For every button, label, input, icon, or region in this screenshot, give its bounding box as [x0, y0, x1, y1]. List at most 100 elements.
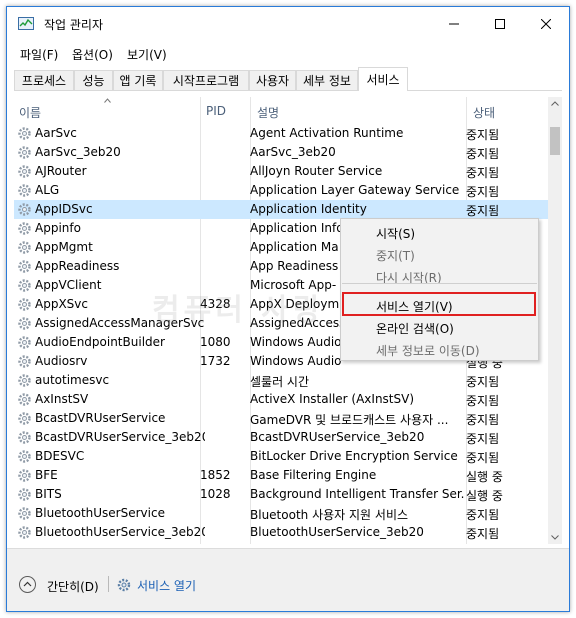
service-name: autotimesvc — [35, 373, 110, 387]
service-name: AudioEndpointBuilder — [35, 335, 165, 349]
service-gear-icon — [18, 241, 31, 254]
service-row[interactable]: ALG Application Layer Gateway Service 중지됨 — [14, 181, 548, 200]
tab-details[interactable]: 세부 정보 — [296, 70, 358, 90]
service-row[interactable]: AarSvc Agent Activation Runtime 중지됨 — [14, 124, 548, 143]
context-menu-separator — [342, 283, 537, 284]
service-description: Base Filtering Engine — [250, 468, 377, 482]
service-name: AssignedAccessManagerSvc — [35, 316, 205, 330]
service-name: BluetoothUserService_3eb20 — [35, 525, 205, 539]
service-name: BFE — [35, 468, 58, 482]
service-row[interactable]: AxInstSV ActiveX Installer (AxInstSV) 중지됨 — [14, 390, 548, 409]
window-title: 작업 관리자 — [44, 18, 104, 32]
service-description: BluetoothUserService_3eb20 — [250, 525, 424, 539]
task-manager-icon — [18, 17, 34, 30]
service-description: GameDVR 및 브로드캐스트 사용자 ... — [250, 413, 449, 427]
minimize-button[interactable] — [431, 7, 477, 41]
service-name: AppMgmt — [35, 240, 93, 254]
service-pid: 4328 — [200, 297, 231, 311]
context-item-go-to-details[interactable]: 세부 정보로 이동(D) — [376, 342, 480, 359]
service-status: 중지됨 — [466, 128, 500, 142]
service-row[interactable]: BluetoothUserService_3eb20 BluetoothUserS… — [14, 523, 548, 542]
service-row[interactable]: BcastDVRUserService_3eb20 BcastDVRUserSer… — [14, 428, 548, 447]
service-name: BluetoothUserService — [35, 506, 165, 520]
service-row[interactable]: BFE 1852 Base Filtering Engine 실행 중 — [14, 466, 548, 485]
context-item-search-online[interactable]: 온라인 검색(O) — [376, 320, 454, 337]
service-row[interactable]: AJRouter AllJoyn Router Service 중지됨 — [14, 162, 548, 181]
column-header-pid[interactable]: PID — [206, 97, 226, 123]
service-pid: 1080 — [200, 335, 231, 349]
service-name: AarSvc_3eb20 — [35, 145, 121, 159]
context-item-stop[interactable]: 중지(T) — [376, 247, 415, 264]
context-menu: 시작(S) 중지(T) 다시 시작(R) 서비스 열기(V) 온라인 검색(O)… — [340, 218, 539, 361]
scroll-up-icon[interactable] — [551, 101, 559, 106]
service-gear-icon — [18, 260, 31, 273]
service-pid: 1028 — [200, 487, 231, 501]
service-gear-icon — [18, 222, 31, 235]
close-icon — [541, 19, 551, 29]
service-description: 셀룰러 시간 — [250, 375, 310, 389]
service-gear-icon — [18, 431, 31, 444]
service-name: AppIDSvc — [35, 202, 93, 216]
services-gear-icon — [117, 578, 131, 592]
service-gear-icon — [18, 298, 31, 311]
context-item-start[interactable]: 시작(S) — [376, 225, 415, 242]
service-row[interactable]: BDESVC BitLocker Drive Encryption Service… — [14, 447, 548, 466]
service-status: 중지됨 — [466, 527, 500, 541]
menu-file[interactable]: 파일(F) — [20, 46, 58, 63]
service-name: AppReadiness — [35, 259, 120, 273]
service-gear-icon — [18, 127, 31, 140]
service-row[interactable]: autotimesvc 셀룰러 시간 중지됨 — [14, 371, 548, 390]
collapse-button[interactable] — [19, 576, 36, 593]
minimize-icon — [449, 23, 459, 25]
service-description: AarSvc_3eb20 — [250, 145, 336, 159]
menu-view[interactable]: 보기(V) — [127, 46, 167, 63]
service-gear-icon — [18, 317, 31, 330]
tab-services[interactable]: 서비스 — [358, 67, 408, 91]
close-button[interactable] — [523, 7, 569, 41]
tab-processes[interactable]: 프로세스 — [14, 70, 74, 90]
tab-performance[interactable]: 성능 — [74, 70, 113, 90]
tab-users[interactable]: 사용자 — [249, 70, 296, 90]
service-row[interactable]: AarSvc_3eb20 AarSvc_3eb20 중지됨 — [14, 143, 548, 162]
tab-startup[interactable]: 시작프로그램 — [163, 70, 249, 90]
service-status: 중지됨 — [466, 451, 500, 465]
open-services-link[interactable]: 서비스 열기 — [116, 575, 196, 595]
service-name: AarSvc — [35, 126, 77, 140]
tab-strip-divider — [14, 90, 562, 91]
service-row[interactable]: BITS 1028 Background Intelligent Transfer … — [14, 485, 548, 504]
service-status: 실행 중 — [466, 470, 503, 484]
service-status: 중지됨 — [466, 375, 500, 389]
tab-app-history[interactable]: 앱 기록 — [113, 70, 163, 90]
service-name: ALG — [35, 183, 60, 197]
scrollbar-thumb[interactable] — [550, 127, 560, 155]
title-bar[interactable]: 작업 관리자 — [7, 7, 569, 41]
service-gear-icon — [18, 146, 31, 159]
open-services-label: 서비스 열기 — [137, 578, 197, 593]
service-gear-icon — [18, 279, 31, 292]
highlight-box — [342, 292, 536, 316]
service-gear-icon — [18, 526, 31, 539]
collapse-label[interactable]: 간단히(D) — [47, 578, 99, 595]
service-status: 중지됨 — [466, 432, 500, 446]
service-status: 중지됨 — [466, 508, 500, 522]
menu-bar: 파일(F) 옵션(O) 보기(V) — [7, 43, 569, 65]
service-row[interactable]: BluetoothUserService Bluetooth 사용자 지원 서비스… — [14, 504, 548, 523]
service-gear-icon — [18, 355, 31, 368]
service-row[interactable]: BcastDVRUserService GameDVR 및 브로드캐스트 사용자 … — [14, 409, 548, 428]
service-row[interactable]: AppIDSvc Application Identity 중지됨 — [14, 200, 548, 219]
menu-options[interactable]: 옵션(O) — [72, 46, 113, 63]
service-status: 중지됨 — [466, 413, 500, 427]
service-gear-icon — [18, 450, 31, 463]
column-header-status[interactable]: 상태 — [473, 97, 495, 123]
service-status: 실행 중 — [466, 489, 503, 503]
task-manager-window: 작업 관리자 파일(F) 옵션(O) 보기(V) 프로세스 성능 앱 기록 시작… — [6, 6, 570, 612]
vertical-scrollbar[interactable] — [548, 97, 562, 544]
maximize-button[interactable] — [477, 7, 523, 41]
service-pid: 1852 — [200, 468, 231, 482]
service-description: Bluetooth 사용자 지원 서비스 — [250, 508, 409, 522]
service-name: BDESVC — [35, 449, 85, 463]
scroll-down-icon[interactable] — [551, 535, 559, 540]
column-header-description[interactable]: 설명 — [257, 97, 279, 123]
service-description: AllJoyn Router Service — [250, 164, 383, 178]
column-header-name[interactable]: 이름 — [19, 97, 41, 123]
